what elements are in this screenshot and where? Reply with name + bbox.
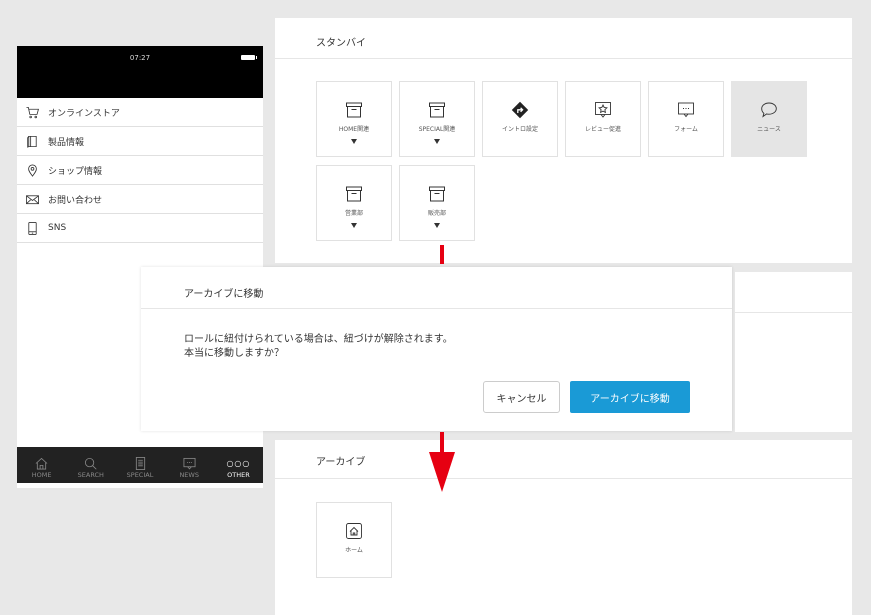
star-review-icon	[595, 102, 611, 118]
caret-down-icon[interactable]	[351, 139, 357, 144]
divider	[735, 312, 852, 313]
chat-icon	[183, 457, 196, 470]
dialog-title: アーカイブに移動	[184, 289, 264, 300]
dialog-message-line: ロールに紐付けられている場合は、紐づけが解除されます。	[184, 334, 453, 345]
arrow-down-icon	[429, 452, 455, 492]
divider	[275, 478, 852, 479]
cart-icon	[26, 106, 39, 118]
phone-tab-special[interactable]: SPECIAL	[115, 447, 164, 483]
phone-tab-label: OTHER	[227, 471, 250, 479]
dialog-message-line: 本当に移動しますか？	[184, 348, 284, 359]
tile-label: ニュース	[757, 126, 781, 133]
divider	[141, 308, 732, 309]
phone-tab-news[interactable]: NEWS	[165, 447, 214, 483]
smartphone-icon	[28, 221, 37, 235]
phone-clock: 07:27	[129, 54, 151, 62]
dialog-message: ロールに紐付けられている場合は、紐づけが解除されます。 本当に移動しますか？	[184, 333, 453, 361]
phone-menu-label: オンラインストア	[48, 108, 120, 119]
tile-label: レビュー促進	[584, 126, 621, 133]
tile-label: 営業部	[344, 210, 363, 217]
caret-down-icon[interactable]	[351, 223, 357, 228]
archive-title: アーカイブ	[316, 457, 366, 468]
form-chat-icon	[678, 102, 694, 118]
phone-menu-label: 製品情報	[48, 137, 85, 148]
archive-box-icon	[429, 186, 445, 202]
tile-home-group[interactable]: HOME関連	[316, 81, 392, 157]
tile-intro-settings[interactable]: イントロ設定	[482, 81, 558, 157]
cancel-button[interactable]: キャンセル	[483, 381, 560, 413]
phone-menu-label: SNS	[48, 223, 67, 233]
divider	[275, 58, 852, 59]
phone-tab-search[interactable]: SEARCH	[66, 447, 115, 483]
archive-confirm-dialog: アーカイブに移動 ロールに紐付けられている場合は、紐づけが解除されます。 本当に…	[141, 267, 732, 431]
archive-box-icon	[346, 102, 362, 118]
tile-label: フォーム	[674, 126, 698, 133]
phone-menu-item-online-store[interactable]: オンラインストア	[17, 98, 263, 127]
more-icon: ○○○	[226, 459, 251, 468]
archive-box-icon	[429, 102, 445, 118]
phone-menu-item-products[interactable]: 製品情報	[17, 127, 263, 156]
caret-down-icon[interactable]	[434, 139, 440, 144]
tile-retail-dept[interactable]: 販売部	[399, 165, 475, 241]
tile-sales-dept[interactable]: 営業部	[316, 165, 392, 241]
phone-menu-item-sns[interactable]: SNS	[17, 214, 263, 243]
mail-icon	[26, 194, 39, 204]
move-arrow-top	[440, 245, 444, 264]
phone-tab-label: NEWS	[179, 471, 199, 479]
phone-tab-other[interactable]: ○○○ OTHER	[214, 447, 263, 483]
move-to-archive-button[interactable]: アーカイブに移動	[570, 381, 690, 413]
phone-tab-home[interactable]: HOME	[17, 447, 66, 483]
standby-title: スタンバイ	[316, 38, 366, 49]
home-icon	[35, 457, 48, 470]
tile-label: ホーム	[345, 547, 363, 554]
move-arrow-shaft	[440, 432, 444, 454]
phone-tab-label: SPECIAL	[126, 471, 154, 479]
tile-home-archived[interactable]: ホーム	[316, 502, 392, 578]
direction-sign-icon	[511, 101, 529, 119]
tile-label: HOME関連	[338, 126, 370, 133]
home-puzzle-icon	[346, 523, 362, 539]
document-icon	[135, 457, 145, 470]
phone-tab-bar: HOME SEARCH SPECIAL NEWS ○○○ OTHER	[17, 447, 263, 483]
caret-down-icon[interactable]	[434, 223, 440, 228]
tile-label: 販売部	[427, 210, 446, 217]
book-icon	[27, 135, 37, 148]
phone-menu-item-contact[interactable]: お問い合わせ	[17, 185, 263, 214]
phone-menu-label: お問い合わせ	[48, 195, 103, 206]
battery-icon	[241, 55, 257, 60]
phone-menu-label: ショップ情報	[48, 166, 103, 177]
tile-news[interactable]: ニュース	[731, 81, 807, 157]
tile-form[interactable]: フォーム	[648, 81, 724, 157]
tile-label: SPECIAL関連	[418, 126, 456, 133]
phone-tab-label: HOME	[31, 471, 52, 479]
map-pin-icon	[28, 164, 37, 177]
tile-special-group[interactable]: SPECIAL関連	[399, 81, 475, 157]
archive-box-icon	[346, 186, 362, 202]
standby-panel: スタンバイ HOME関連 SPECIAL関連 イントロ設定 レビュー促進 フォー…	[275, 18, 852, 263]
tile-label: イントロ設定	[501, 126, 538, 133]
phone-menu-item-shop-info[interactable]: ショップ情報	[17, 156, 263, 185]
archive-panel: アーカイブ ホーム	[275, 440, 852, 615]
background-panel	[735, 272, 852, 432]
phone-tab-label: SEARCH	[77, 471, 104, 479]
search-icon	[85, 457, 97, 470]
phone-status-bar: 07:27	[17, 46, 263, 98]
speech-bubble-icon	[761, 102, 777, 118]
tile-review-promotion[interactable]: レビュー促進	[565, 81, 641, 157]
